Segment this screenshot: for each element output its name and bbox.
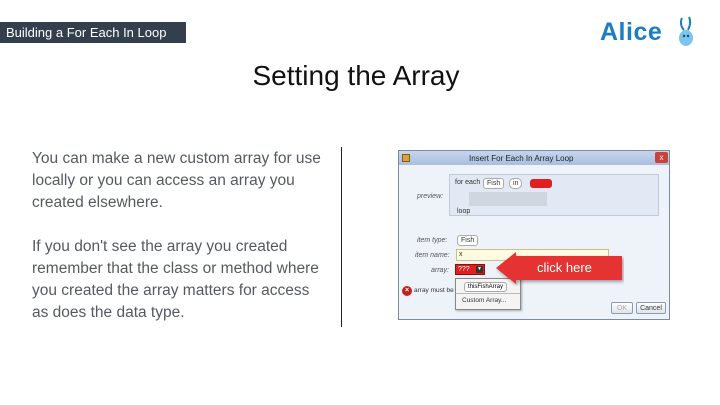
item-name-value: x <box>459 251 463 258</box>
close-button[interactable]: x <box>655 152 668 163</box>
logo-text: Alice <box>600 18 663 46</box>
preview-blurred <box>469 192 547 206</box>
dialog-titlebar: Insert For Each In Array Loop x <box>399 151 669 165</box>
preview-loop: loop <box>457 208 471 215</box>
ok-button[interactable]: OK <box>611 302 633 314</box>
vertical-divider <box>341 147 342 327</box>
array-value: ??? <box>458 266 470 273</box>
slide-title: Setting the Array <box>252 60 460 91</box>
close-icon: x <box>659 153 664 162</box>
array-combobox[interactable]: ??? ▼ <box>455 264 485 275</box>
item-name-label: item name: <box>415 252 450 259</box>
callout-text: click here <box>537 260 592 275</box>
paragraph-array-access: If you don't see the array you created r… <box>32 238 319 321</box>
preview-array-chip <box>530 179 552 188</box>
insert-loop-dialog: Insert For Each In Array Loop x preview:… <box>398 150 670 320</box>
alice-logo: Alice <box>600 14 700 50</box>
array-label: array: <box>431 267 449 274</box>
preview-item-chip: in <box>509 178 523 189</box>
cancel-button[interactable]: Cancel <box>636 302 666 314</box>
error-icon: × <box>402 286 412 296</box>
chevron-down-icon[interactable]: ▼ <box>476 266 483 273</box>
preview-label: preview: <box>417 193 444 200</box>
preview-type-chip: Fish <box>483 178 505 189</box>
menu-separator <box>456 293 520 294</box>
app-icon <box>402 154 410 162</box>
paragraph-custom-array: You can make a new custom array for use … <box>32 150 321 211</box>
preview-for-each: for each <box>455 179 481 186</box>
item-type-label: item type: <box>417 237 448 244</box>
menu-item-custom-array[interactable]: Custom Array... <box>462 297 506 304</box>
item-type-chip[interactable]: Fish <box>457 235 479 246</box>
dialog-title: Insert For Each In Array Loop <box>469 154 574 163</box>
bunny-icon <box>679 16 693 46</box>
section-tag: Building a For Each In Loop <box>0 22 186 43</box>
